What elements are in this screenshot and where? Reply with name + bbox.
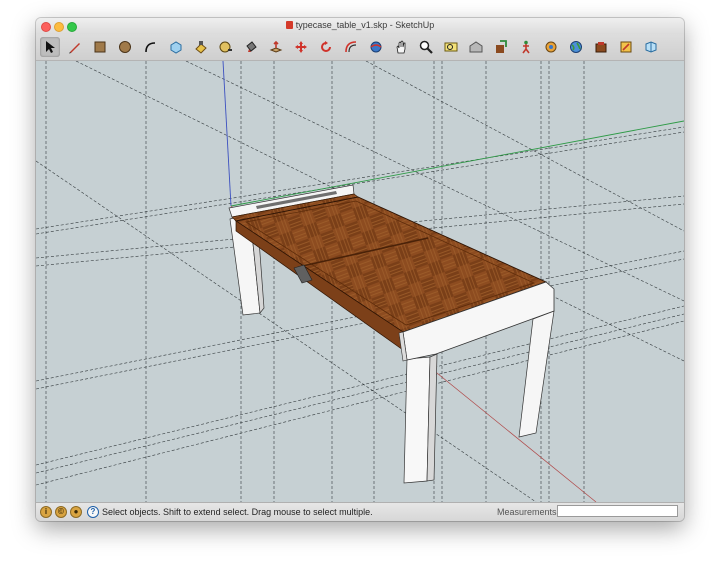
walk-icon xyxy=(522,40,530,54)
orbit-icon xyxy=(370,41,382,53)
hand-pan-icon xyxy=(396,40,406,54)
pencil-icon xyxy=(69,43,80,54)
position-camera-icon xyxy=(545,41,557,53)
push-pull-icon xyxy=(269,40,283,53)
arc-icon xyxy=(145,42,156,53)
arc-tool-button[interactable] xyxy=(140,37,160,57)
measurements-field[interactable] xyxy=(557,505,678,517)
document-icon xyxy=(285,21,293,29)
line-tool-button[interactable] xyxy=(65,37,85,57)
position-camera-button[interactable] xyxy=(541,37,561,57)
globe-icon xyxy=(570,41,582,53)
window-title-wrap: typecase_table_v1.skp - SketchUp xyxy=(36,20,684,30)
eraser-icon xyxy=(195,41,207,54)
rotate-icon xyxy=(321,41,331,52)
eraser-tool-button[interactable] xyxy=(191,37,211,57)
extension-icon xyxy=(595,42,607,53)
pan-tool-button[interactable] xyxy=(391,37,411,57)
rectangle-icon xyxy=(94,41,106,53)
user-icon[interactable]: ● xyxy=(70,506,82,518)
title-bar: typecase_table_v1.skp - SketchUp xyxy=(36,18,684,34)
orbit-tool-button[interactable] xyxy=(366,37,386,57)
zoom-extents-icon xyxy=(444,42,458,52)
rotate-tool-button[interactable] xyxy=(316,37,336,57)
add-location-button[interactable] xyxy=(566,37,586,57)
zoom-tool-button[interactable] xyxy=(416,37,436,57)
share-model-icon xyxy=(496,40,507,53)
warehouse-icon xyxy=(469,41,483,53)
share-model-button[interactable] xyxy=(491,37,511,57)
window-title: typecase_table_v1.skp - SketchUp xyxy=(295,20,435,30)
move-tool-button[interactable] xyxy=(291,37,311,57)
zoom-extents-button[interactable] xyxy=(441,37,461,57)
move-icon xyxy=(295,41,307,53)
typecase-table-model[interactable] xyxy=(228,184,555,484)
circle-icon xyxy=(119,41,131,53)
credits-icon[interactable]: © xyxy=(55,506,67,518)
arrow-cursor-icon xyxy=(46,41,55,53)
component-icon xyxy=(170,41,182,54)
paint-bucket-icon xyxy=(246,41,257,52)
make-component-button[interactable] xyxy=(166,37,186,57)
push-pull-button[interactable] xyxy=(266,37,286,57)
zoom-icon xyxy=(419,40,433,54)
style-builder-button[interactable] xyxy=(641,37,661,57)
tape-measure-button[interactable] xyxy=(216,37,236,57)
select-tool-button[interactable] xyxy=(40,37,60,57)
tape-measure-icon xyxy=(219,41,232,53)
offset-tool-button[interactable] xyxy=(341,37,361,57)
scene xyxy=(36,61,684,502)
rectangle-tool-button[interactable] xyxy=(90,37,110,57)
walk-tool-button[interactable] xyxy=(516,37,536,57)
sketchup-window: typecase_table_v1.skp - SketchUp i © ● ?… xyxy=(36,18,684,521)
status-message: Select objects. Shift to extend select. … xyxy=(102,507,373,517)
offset-icon xyxy=(345,41,357,53)
layout-icon xyxy=(620,41,632,53)
drawing-area[interactable] xyxy=(36,61,684,502)
measurements-label: Measurements xyxy=(497,507,557,517)
geolocation-icon[interactable]: i xyxy=(40,506,52,518)
warehouse-button[interactable] xyxy=(466,37,486,57)
status-bar: i © ● ? Select objects. Shift to extend … xyxy=(36,502,684,521)
help-icon[interactable]: ? xyxy=(87,506,99,518)
circle-tool-button[interactable] xyxy=(115,37,135,57)
extension-warehouse-button[interactable] xyxy=(591,37,611,57)
paint-bucket-button[interactable] xyxy=(241,37,261,57)
style-builder-icon xyxy=(645,41,657,53)
toolbar xyxy=(36,34,684,61)
layout-button[interactable] xyxy=(616,37,636,57)
